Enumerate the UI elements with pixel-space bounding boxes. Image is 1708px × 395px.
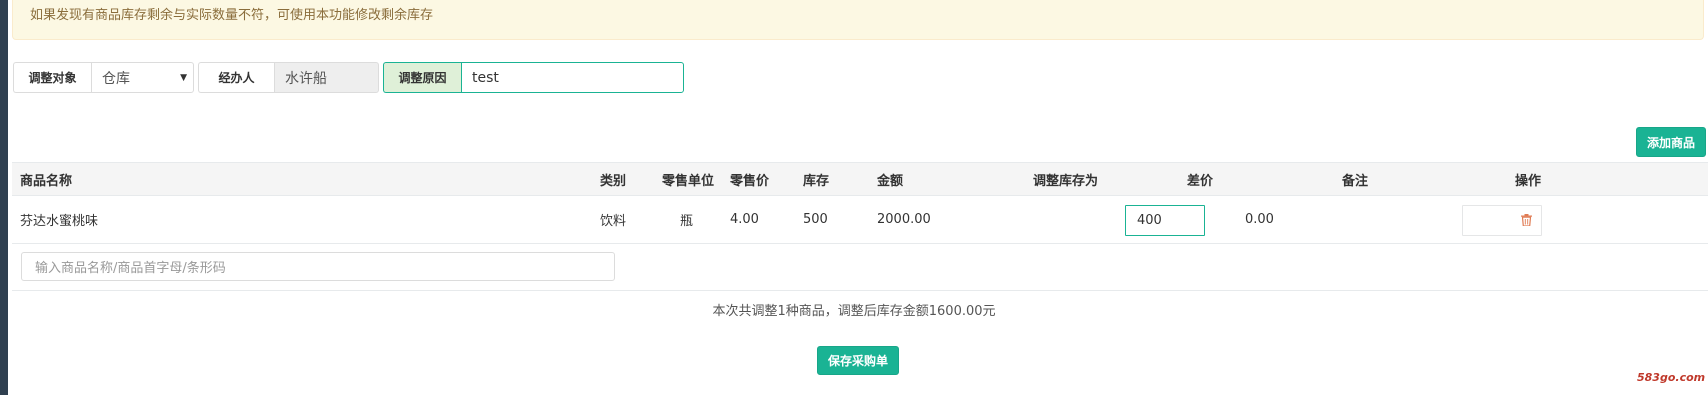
reason-input[interactable]: test — [461, 62, 684, 93]
cell-unit: 瓶 — [680, 214, 694, 229]
handler-input: 水许船 — [274, 62, 379, 93]
cell-amount: 2000.00 — [877, 212, 931, 227]
cell-category: 饮料 — [600, 214, 627, 229]
header-price: 零售价 — [730, 173, 770, 189]
handler-label: 经办人 — [198, 62, 274, 93]
reason-label: 调整原因 — [383, 62, 461, 93]
left-sidebar-edge — [0, 0, 8, 395]
cell-name: 芬达水蜜桃味 — [20, 214, 99, 229]
adjust-target-value: 仓库 — [102, 70, 130, 87]
header-name: 商品名称 — [20, 173, 73, 189]
header-amount: 金额 — [877, 173, 904, 189]
product-search-input[interactable]: 输入商品名称/商品首字母/条形码 — [21, 252, 615, 281]
header-adjust: 调整库存为 — [1033, 173, 1099, 189]
caret-down-icon: ▼ — [180, 72, 187, 83]
cell-price: 4.00 — [730, 212, 759, 227]
header-note: 备注 — [1342, 173, 1369, 189]
handler-field: 经办人 水许船 — [198, 62, 379, 93]
header-unit: 零售单位 — [662, 173, 715, 189]
watermark-logo: 583go.com — [1637, 371, 1706, 384]
adjust-target-label: 调整对象 — [13, 62, 91, 93]
header-stock: 库存 — [803, 173, 830, 189]
adjust-target-field: 调整对象 仓库 ▼ — [13, 62, 194, 93]
trash-icon-svg — [1521, 213, 1532, 226]
table-row: 芬达水蜜桃味 饮料 瓶 4.00 500 2000.00 400 0.00 — [12, 196, 1708, 244]
reason-field: 调整原因 test — [383, 62, 684, 93]
save-purchase-button[interactable]: 保存采购单 — [817, 346, 899, 375]
adjust-stock-input[interactable]: 400 — [1125, 205, 1205, 236]
info-notice: 如果发现有商品库存剩余与实际数量不符，可使用本功能修改剩余库存 — [12, 0, 1704, 40]
cell-stock: 500 — [803, 212, 828, 227]
cell-diff: 0.00 — [1245, 212, 1274, 227]
header-action: 操作 — [1515, 173, 1542, 189]
header-category: 类别 — [600, 173, 627, 189]
trash-icon[interactable] — [1521, 196, 1532, 243]
adjust-summary: 本次共调整1种商品，调整后库存金额1600.00元 — [712, 304, 996, 319]
product-search-row: 输入商品名称/商品首字母/条形码 — [12, 244, 1708, 291]
adjust-target-select[interactable]: 仓库 ▼ — [91, 62, 194, 93]
header-diff: 差价 — [1187, 173, 1214, 189]
add-product-button[interactable]: 添加商品 — [1636, 127, 1706, 157]
table-header: 商品名称 类别 零售单位 零售价 库存 金额 调整库存为 差价 备注 操作 — [12, 162, 1708, 196]
